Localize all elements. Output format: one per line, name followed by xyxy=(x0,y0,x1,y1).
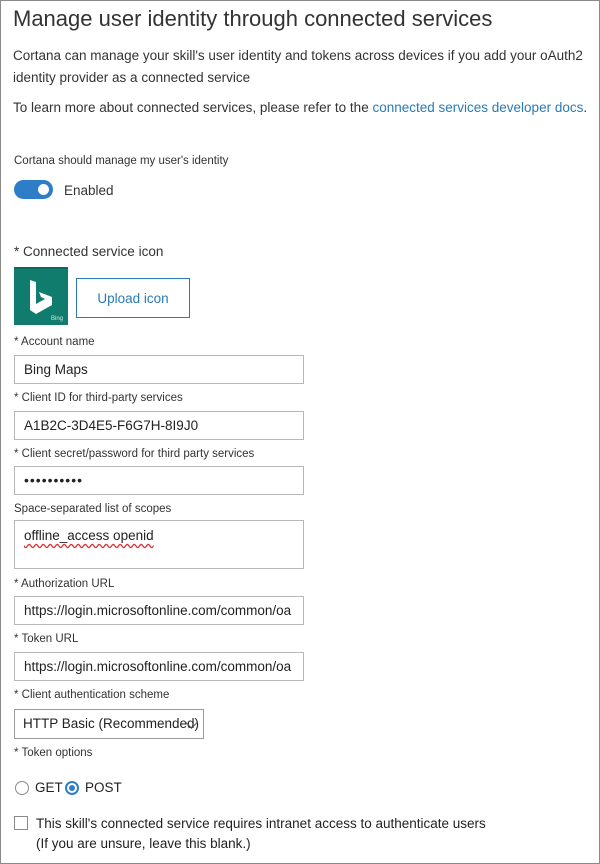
bing-logo-icon: Bing xyxy=(14,267,68,325)
learn-more-suffix: . xyxy=(583,100,588,115)
client-id-label: * Client ID for third-party services xyxy=(14,392,183,404)
auth-scheme-label: * Client authentication scheme xyxy=(14,689,170,701)
token-url-input[interactable]: https://login.microsoftonline.com/common… xyxy=(14,652,304,681)
page-title: Manage user identity through connected s… xyxy=(13,6,493,31)
scopes-textarea[interactable]: offline_access openid xyxy=(14,520,304,569)
client-secret-label: * Client secret/password for third party… xyxy=(14,448,255,460)
developer-docs-link[interactable]: connected services developer docs xyxy=(372,100,583,115)
intro-text-line1: Cortana can manage your skill's user ide… xyxy=(13,48,583,63)
auth-scheme-select[interactable]: HTTP Basic (Recommended) xyxy=(14,709,204,739)
radio-get[interactable] xyxy=(15,781,29,795)
upload-icon-button[interactable]: Upload icon xyxy=(76,278,190,318)
radio-post-label: POST xyxy=(85,780,122,795)
intranet-checkbox[interactable] xyxy=(14,816,28,830)
authorization-url-label: * Authorization URL xyxy=(14,578,115,590)
toggle-status-text: Enabled xyxy=(64,183,114,198)
account-name-input[interactable]: Bing Maps xyxy=(14,355,304,384)
scopes-label: Space-separated list of scopes xyxy=(14,503,172,515)
radio-get-label: GET xyxy=(35,780,63,795)
learn-more-text: To learn more about connected services, … xyxy=(13,97,587,119)
service-icon-label: * Connected service icon xyxy=(14,244,164,259)
manage-identity-toggle[interactable] xyxy=(14,180,53,199)
client-secret-input[interactable]: •••••••••• xyxy=(14,466,304,495)
authorization-url-input[interactable]: https://login.microsoftonline.com/common… xyxy=(14,596,304,625)
account-name-label: * Account name xyxy=(14,336,95,348)
bing-b-glyph-icon xyxy=(30,280,52,314)
intranet-label: This skill's connected service requires … xyxy=(36,816,486,831)
auth-scheme-value: HTTP Basic (Recommended) xyxy=(23,716,200,731)
learn-more-prefix: To learn more about connected services, … xyxy=(13,100,369,115)
toggle-knob xyxy=(38,184,49,195)
radio-post[interactable] xyxy=(65,781,79,795)
manage-identity-label: Cortana should manage my user's identity xyxy=(14,155,229,167)
client-id-input[interactable]: A1B2C-3D4E5-F6G7H-8I9J0 xyxy=(14,411,304,440)
token-options-label: * Token options xyxy=(14,747,93,759)
intro-text-line2: identity provider as a connected service xyxy=(13,70,251,85)
scopes-value: offline_access openid xyxy=(24,528,154,543)
icon-caption: Bing xyxy=(50,316,63,322)
intranet-hint: (If you are unsure, leave this blank.) xyxy=(36,836,251,851)
token-url-label: * Token URL xyxy=(14,633,79,645)
